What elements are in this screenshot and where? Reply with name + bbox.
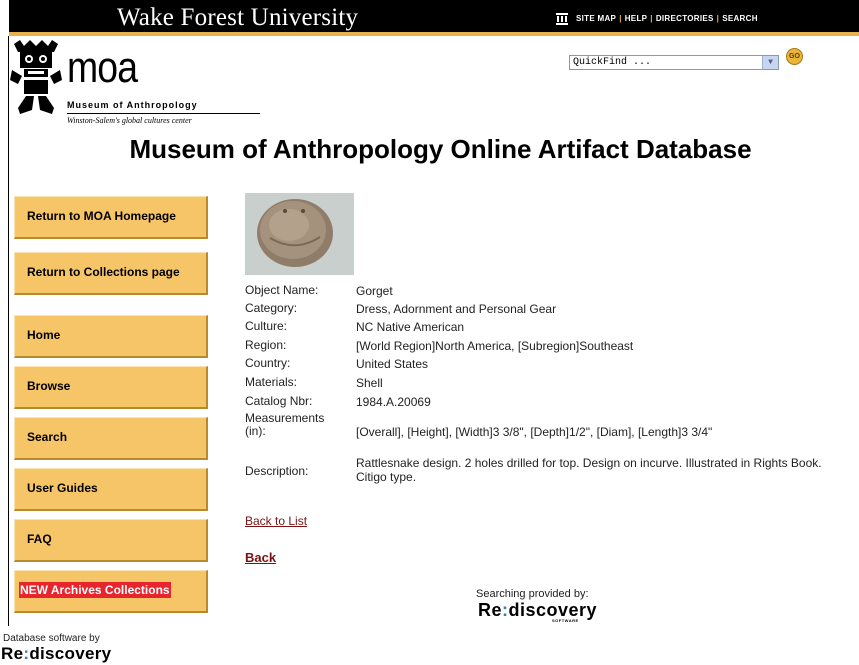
field-value: Dress, Adornment and Personal Gear [356,302,557,316]
mascot-figure-icon [10,40,62,114]
database-software-by: Database software by [3,633,100,644]
moa-logo[interactable]: moa Museum of Anthropology Winston-Salem… [10,40,260,132]
artifact-thumbnail[interactable] [245,193,354,275]
logo-divider [67,113,260,114]
back-to-list-link[interactable]: Back to List [245,514,307,528]
field-label: Catalog Nbr: [245,394,313,408]
field-label: Region: [245,338,287,352]
directories-link[interactable]: DIRECTORIES [656,14,714,23]
sidebar-item-search[interactable]: Search [14,417,208,460]
building-icon [556,13,568,25]
field-value: Shell [356,376,383,390]
field-value: Gorget [356,284,393,298]
page-title: Museum of Anthropology Online Artifact D… [129,134,752,164]
rediscovery-logo[interactable]: Re:discovery SOFTWARE [478,600,597,623]
field-label: Description: [245,464,309,478]
back-link[interactable]: Back [245,550,276,565]
new-archives-label: NEW Archives Collections [19,582,171,598]
sidebar-item-browse[interactable]: Browse [14,366,208,409]
field-value: Rattlesnake design. 2 holes drilled for … [356,456,822,484]
sidebar-item-home[interactable]: Home [14,315,208,358]
field-value: NC Native American [356,320,465,334]
field-label: Country: [245,356,291,370]
searching-provided-by: Searching provided by: [476,588,589,600]
field-value: [Overall], [Height], [Width]3 3/8", [Dep… [356,425,713,439]
field-value: United States [356,357,429,371]
sidebar-item-new-archives[interactable]: NEW Archives Collections [14,570,208,613]
moa-wordmark: moa [67,43,138,92]
search-link[interactable]: SEARCH [722,14,758,23]
field-label: Object Name: [245,283,319,297]
quickfind-value: QuickFind ... [573,57,652,68]
sidebar-item-faq[interactable]: FAQ [14,519,208,562]
university-header-bar: Wake Forest University SITE MAP | HELP | DIR… [9,0,859,36]
header-links: SITE MAP | HELP | DIRECTORIES | SEARCH [576,14,758,23]
field-label: Materials: [245,375,298,389]
field-label: Culture: [245,319,288,333]
museum-name: Museum of Anthropology [67,100,198,110]
quickfind-select[interactable]: QuickFind ... ▼ [569,55,779,70]
university-name[interactable]: Wake Forest University [117,4,358,32]
rediscovery-logo-footer[interactable]: Re:discovery [1,644,111,664]
logo-tagline: Winston-Salem's global cultures center [67,116,192,125]
field-label: Category: [245,301,298,315]
field-label: Measurements (in): [245,411,325,438]
help-link[interactable]: HELP [625,14,648,23]
chevron-down-icon[interactable]: ▼ [762,56,778,69]
rediscovery-software-label: SOFTWARE [552,618,579,623]
field-value: 1984.A.20069 [356,395,431,409]
sidebar-item-moa-homepage[interactable]: Return to MOA Homepage [14,196,208,239]
sidebar-item-collections-page[interactable]: Return to Collections page [14,252,208,295]
left-border [8,36,9,626]
site-map-link[interactable]: SITE MAP [576,14,616,23]
go-button[interactable]: GO [786,48,803,65]
field-value: [World Region]North America, [Subregion]… [356,339,634,353]
sidebar-item-user-guides[interactable]: User Guides [14,468,208,511]
